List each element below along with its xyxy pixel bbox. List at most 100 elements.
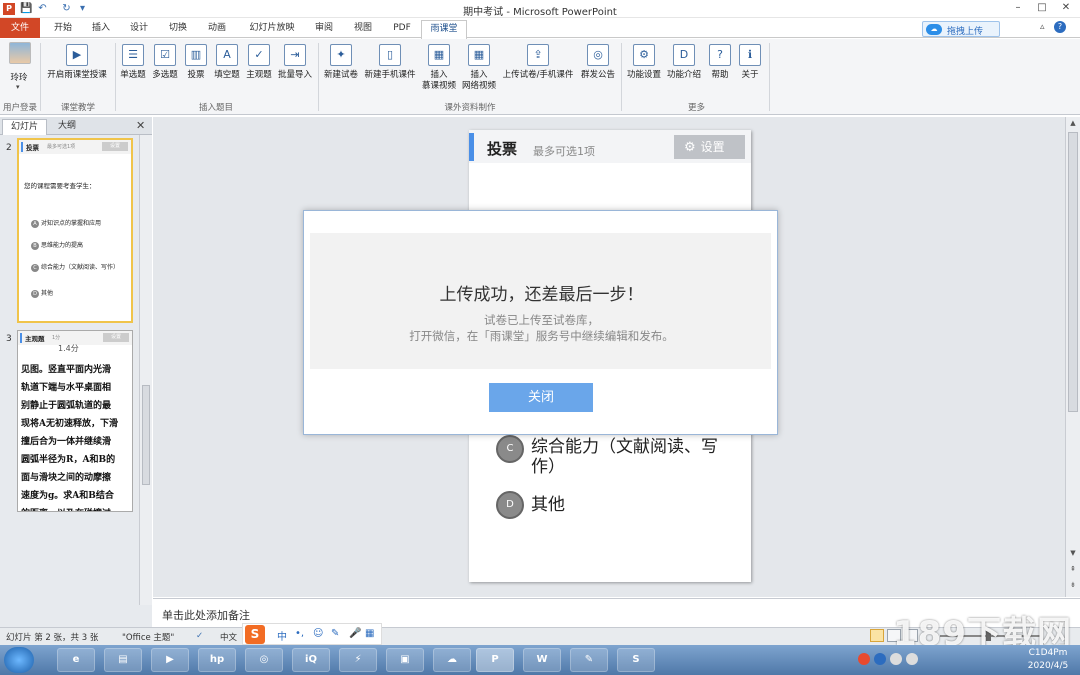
broadcast-notice-button[interactable]: ◎ 群发公告 <box>580 42 616 94</box>
ime-handwrite-icon[interactable]: ✎ <box>331 628 339 639</box>
tray-volume-icon[interactable] <box>906 653 918 665</box>
taskbar-flash-icon[interactable]: ⚡ <box>339 648 377 672</box>
tray-help-icon[interactable] <box>874 653 886 665</box>
tab-file[interactable]: 文件 <box>0 18 40 38</box>
taskbar-pen-icon[interactable]: ✎ <box>570 648 608 672</box>
broadcast-notice-label: 群发公告 <box>580 70 615 80</box>
slide-settings-label: 设置 <box>700 140 725 154</box>
help-button[interactable]: ? 帮助 <box>706 42 734 94</box>
ime-toolbox-icon[interactable]: ▦ <box>365 628 374 639</box>
sogou-ime-icon[interactable]: S <box>245 625 265 644</box>
tab-insert[interactable]: 插入 <box>86 20 116 38</box>
language-status[interactable]: 中文 <box>220 631 237 643</box>
thumbnail-question: 您的课程需要考查学生： <box>24 182 96 190</box>
tray-sogou-icon[interactable] <box>858 653 870 665</box>
tab-rain-classroom[interactable]: 雨课堂 <box>421 20 467 39</box>
taskbar-netease-music-icon[interactable]: ◎ <box>245 648 283 672</box>
drag-upload-button[interactable]: ☁ 拖拽上传 <box>922 21 1000 37</box>
new-exam-button[interactable]: ✦ 新建试卷 <box>322 42 360 94</box>
upload-exam-button[interactable]: ⇪ 上传试卷/手机课件 <box>502 42 574 94</box>
scroll-thumb[interactable] <box>1068 132 1078 412</box>
theme-status[interactable]: "Office 主题" <box>122 631 174 643</box>
tab-slideshow[interactable]: 幻灯片放映 <box>244 20 300 38</box>
fill-blank-button[interactable]: A 填空题 <box>212 42 242 94</box>
scroll-up-icon[interactable]: ▲ <box>1066 117 1080 130</box>
about-label: 关于 <box>741 70 759 80</box>
taskbar-powerpoint-icon[interactable]: P <box>476 648 514 672</box>
tab-pdf[interactable]: PDF <box>387 20 417 38</box>
feature-intro-button[interactable]: D 功能介绍 <box>666 42 702 94</box>
tab-animations[interactable]: 动画 <box>202 20 232 38</box>
thumbnail-title: 主观题 <box>25 335 45 343</box>
maximize-button[interactable]: □ <box>1030 0 1054 17</box>
ime-voice-icon[interactable]: 🎤 <box>349 628 361 639</box>
taskbar-sogou-icon[interactable]: S <box>617 648 655 672</box>
spellcheck-icon[interactable]: ✓ <box>196 631 203 641</box>
slide-thumbnail-2[interactable]: 投票 最多可选1项 设置 您的课程需要考查学生： A 对知识点的掌握和应用 B 思维… <box>17 138 133 323</box>
ime-punctuation-icon[interactable]: •, <box>295 628 304 639</box>
tab-design[interactable]: 设计 <box>124 20 154 38</box>
start-class-button[interactable]: ▶ 开启雨课堂授课 <box>45 42 109 94</box>
minimize-button[interactable]: – <box>1006 0 1030 17</box>
normal-view-icon[interactable] <box>870 629 884 642</box>
multiple-choice-button[interactable]: ☑ 多选题 <box>150 42 180 94</box>
feature-settings-label: 功能设置 <box>626 70 661 80</box>
text-a-icon: A <box>216 44 238 66</box>
minimize-ribbon-icon[interactable]: ▵ <box>1040 22 1045 32</box>
subjective-button[interactable]: ✓ 主观题 <box>244 42 274 94</box>
system-clock[interactable]: C1D4Pm 2020/4/5 <box>1018 647 1078 673</box>
tray-network-icon[interactable] <box>890 653 902 665</box>
user-avatar[interactable] <box>9 42 31 64</box>
taskbar-media-player-icon[interactable]: ▶ <box>151 648 189 672</box>
option-letter-badge: C <box>496 435 524 463</box>
dialog-close-button[interactable]: 关闭 <box>489 383 593 412</box>
import-icon: ⇥ <box>284 44 306 66</box>
taskbar-baidu-netdisk-icon[interactable]: ☁ <box>433 648 471 672</box>
user-dropdown-icon[interactable]: ▾ <box>16 83 20 91</box>
ime-chinese-mode[interactable]: 中 <box>277 628 287 643</box>
taskbar-iqiyi-icon[interactable]: iQ <box>292 648 330 672</box>
taskbar-explorer-icon[interactable]: ▤ <box>104 648 142 672</box>
single-choice-button[interactable]: ☰ 单选题 <box>118 42 148 94</box>
slide-title[interactable]: 投票 <box>487 138 517 159</box>
slide-settings-button[interactable]: ⚙ 设置 <box>674 135 745 159</box>
tab-view[interactable]: 视图 <box>348 20 378 38</box>
tab-review[interactable]: 审阅 <box>309 20 339 38</box>
group-label-insert-question: 插入题目 <box>198 103 233 113</box>
batch-import-button[interactable]: ⇥ 批量导入 <box>277 42 313 94</box>
editor-scrollbar[interactable]: ▲ ▼ ⇞ ⇟ <box>1065 117 1080 597</box>
help-label: 帮助 <box>711 70 729 80</box>
input-method-toolbar[interactable]: S 中 •, ☺ ✎ 🎤 ▦ <box>242 623 382 645</box>
slide-thumbnail-3[interactable]: 主观题 1分 设置 1.4分 见图。竖直平面内光滑 轨道下端与水平桌面相 别静止… <box>17 330 133 512</box>
tab-slides[interactable]: 幻灯片 <box>2 119 48 135</box>
help-icon[interactable]: ? <box>1054 21 1066 33</box>
taskbar-hp-icon[interactable]: hp <box>198 648 236 672</box>
insert-web-video-button[interactable]: ▦ 插入 网络视频 <box>462 42 496 94</box>
scroll-down-icon[interactable]: ▼ <box>1066 547 1080 560</box>
clock-date: 2020/4/5 <box>1027 661 1069 671</box>
tab-transitions[interactable]: 切换 <box>163 20 193 38</box>
thumbnail-subtitle: 最多可选1项 <box>47 144 76 150</box>
scroll-thumb[interactable] <box>142 385 150 485</box>
thumbnail-option: A 对知识点的掌握和应用 <box>31 218 101 228</box>
previous-slide-icon[interactable]: ⇞ <box>1066 563 1080 576</box>
close-window-button[interactable]: ✕ <box>1054 0 1078 17</box>
taskbar-word-icon[interactable]: W <box>523 648 561 672</box>
thumbnail-scrollbar[interactable] <box>139 135 152 605</box>
taskbar-ie-icon[interactable]: e <box>57 648 95 672</box>
play-icon: ▶ <box>66 44 88 66</box>
slide-subtitle[interactable]: 最多可选1项 <box>533 143 595 159</box>
vote-button[interactable]: ▥ 投票 <box>182 42 210 94</box>
insert-mooc-video-button[interactable]: ▦ 插入 慕课视频 <box>422 42 456 94</box>
new-mobile-courseware-button[interactable]: ▯ 新建手机课件 <box>364 42 416 94</box>
tab-outline[interactable]: 大纲 <box>50 119 84 135</box>
start-button[interactable] <box>4 647 34 673</box>
about-button[interactable]: ℹ 关于 <box>738 42 762 94</box>
ime-emoji-icon[interactable]: ☺ <box>313 628 323 639</box>
feature-settings-button[interactable]: ⚙ 功能设置 <box>626 42 662 94</box>
tab-home[interactable]: 开始 <box>48 20 78 38</box>
close-panel-icon[interactable]: ✕ <box>136 119 145 132</box>
user-name[interactable]: 玲玲 <box>4 71 34 83</box>
next-slide-icon[interactable]: ⇟ <box>1066 579 1080 592</box>
taskbar-video-icon[interactable]: ▣ <box>386 648 424 672</box>
